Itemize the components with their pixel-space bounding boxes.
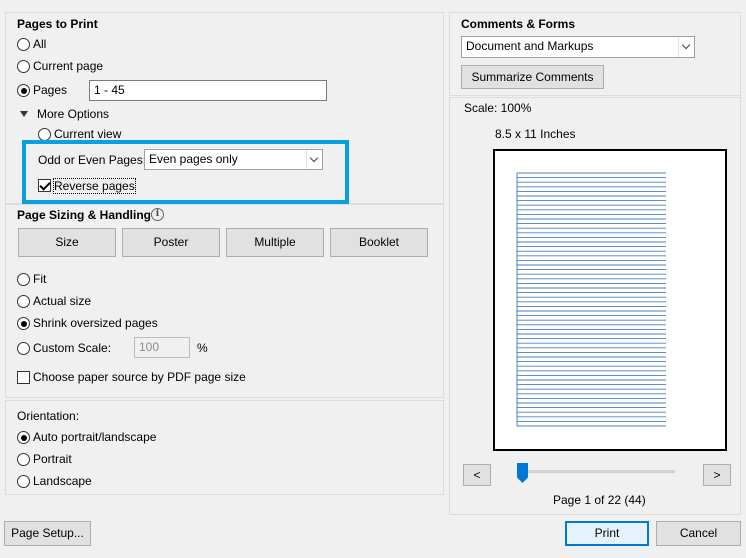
radio-pages-label[interactable]: Pages: [33, 83, 67, 97]
page-slider-track[interactable]: [517, 470, 675, 473]
radio-auto-orientation[interactable]: [17, 431, 30, 444]
page-info-label: Page 1 of 22 (44): [553, 493, 646, 507]
chevron-down-icon[interactable]: [678, 37, 694, 57]
radio-portrait-label[interactable]: Portrait: [33, 452, 72, 466]
radio-current-page-label[interactable]: Current page: [33, 59, 103, 73]
radio-custom-scale[interactable]: [17, 342, 30, 355]
radio-custom-scale-label[interactable]: Custom Scale:: [33, 341, 111, 355]
pages-to-print-title: Pages to Print: [17, 17, 98, 31]
radio-fit[interactable]: [17, 273, 30, 286]
print-button[interactable]: Print: [565, 521, 649, 546]
radio-all[interactable]: [17, 38, 30, 51]
paper-source-label[interactable]: Choose paper source by PDF page size: [33, 370, 246, 384]
comments-forms-select-value: Document and Markups: [466, 39, 594, 53]
tab-poster[interactable]: Poster: [122, 228, 220, 257]
next-page-button[interactable]: >: [703, 464, 731, 486]
radio-pages[interactable]: [17, 84, 30, 97]
radio-actual-size-label[interactable]: Actual size: [33, 294, 91, 308]
prev-page-button[interactable]: <: [463, 464, 491, 486]
radio-shrink-oversized-label[interactable]: Shrink oversized pages: [33, 316, 158, 330]
pages-range-input[interactable]: 1 - 45: [89, 80, 327, 101]
comments-forms-title: Comments & Forms: [461, 17, 576, 31]
tab-multiple[interactable]: Multiple: [226, 228, 324, 257]
radio-portrait[interactable]: [17, 453, 30, 466]
page-setup-button[interactable]: Page Setup...: [4, 521, 91, 546]
radio-landscape-label[interactable]: Landscape: [33, 474, 92, 488]
cancel-button[interactable]: Cancel: [656, 521, 741, 546]
radio-fit-label[interactable]: Fit: [33, 272, 46, 286]
paper-source-checkbox[interactable]: [17, 371, 30, 384]
percent-label: %: [197, 341, 208, 355]
scale-label: Scale: 100%: [464, 101, 532, 115]
highlight-box: [22, 140, 349, 204]
radio-actual-size[interactable]: [17, 295, 30, 308]
more-options-label[interactable]: More Options: [37, 107, 109, 121]
summarize-comments-button[interactable]: Summarize Comments: [461, 65, 604, 89]
page-preview: [493, 149, 727, 451]
radio-current-view-label[interactable]: Current view: [54, 127, 121, 141]
tab-size[interactable]: Size: [18, 228, 116, 257]
orientation-title: Orientation:: [17, 409, 80, 423]
page-sizing-title: Page Sizing & Handling: [17, 208, 152, 222]
info-icon[interactable]: i: [151, 208, 164, 221]
custom-scale-input[interactable]: 100: [134, 337, 190, 358]
more-options-toggle-icon[interactable]: [20, 111, 28, 117]
page-preview-content: [516, 172, 666, 427]
radio-auto-orientation-label[interactable]: Auto portrait/landscape: [33, 430, 156, 444]
ruled-lines: [516, 172, 666, 427]
comments-forms-select[interactable]: Document and Markups: [461, 36, 695, 58]
tab-booklet[interactable]: Booklet: [330, 228, 428, 257]
radio-landscape[interactable]: [17, 475, 30, 488]
radio-all-label[interactable]: All: [33, 37, 46, 51]
radio-shrink-oversized[interactable]: [17, 317, 30, 330]
paper-size-label: 8.5 x 11 Inches: [495, 127, 576, 141]
radio-current-page[interactable]: [17, 60, 30, 73]
